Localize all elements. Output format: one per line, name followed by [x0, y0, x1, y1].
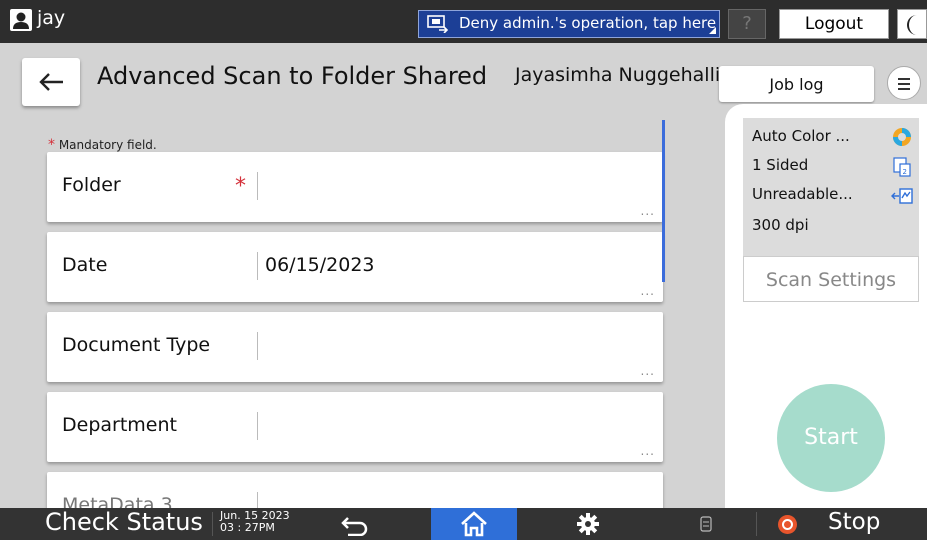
color-mode-value: Auto Color ... — [752, 127, 850, 145]
gear-icon[interactable] — [576, 512, 600, 536]
bottom-bar: Check Status Jun. 15 2023 03 : 27PM Stop — [0, 508, 927, 540]
scrollbar[interactable] — [662, 120, 665, 282]
field-label: Department — [62, 414, 177, 436]
more-dots-icon: ... — [640, 284, 655, 298]
scan-settings-button[interactable]: Scan Settings — [743, 256, 919, 302]
top-bar: jay Deny admin.'s operation, tap here ? … — [0, 0, 927, 43]
night-mode-button[interactable] — [897, 9, 927, 39]
field-divider — [257, 172, 258, 200]
one-sided-icon: 2 — [893, 157, 911, 177]
back-button[interactable] — [22, 58, 80, 106]
mandatory-note: * Mandatory field. — [48, 137, 157, 153]
remote-operation-icon — [427, 15, 449, 33]
home-button[interactable] — [431, 508, 517, 540]
login-user-name[interactable]: jay — [37, 7, 65, 29]
department-field[interactable]: Department ... — [47, 392, 663, 462]
field-divider — [257, 252, 258, 280]
field-value: 06/15/2023 — [265, 254, 375, 276]
time-text: 03 : 27PM — [220, 521, 275, 534]
admin-notification-button[interactable]: Deny admin.'s operation, tap here — [418, 10, 720, 38]
divider — [212, 512, 213, 536]
date-field[interactable]: Date 06/15/2023 ... — [47, 232, 663, 302]
field-label: Document Type — [62, 334, 211, 356]
user-icon[interactable] — [10, 9, 32, 31]
field-divider — [257, 332, 258, 360]
field-divider — [257, 412, 258, 440]
corner-triangle-icon — [709, 27, 716, 34]
field-label: Folder — [62, 174, 121, 196]
unreadable-file-icon — [891, 188, 913, 204]
more-dots-icon: ... — [640, 204, 655, 218]
resolution-value: 300 dpi — [752, 216, 809, 234]
stop-button[interactable]: Stop — [828, 509, 880, 535]
divider — [756, 512, 757, 536]
moon-icon — [907, 15, 917, 35]
stop-icon[interactable] — [778, 515, 797, 534]
check-status-button[interactable]: Check Status — [45, 508, 203, 536]
start-button[interactable]: Start — [777, 384, 885, 492]
scan-settings-summary[interactable]: Auto Color ... 1 Sided 2 Unreadable... 3… — [743, 118, 919, 256]
date-time: Jun. 15 2023 03 : 27PM — [220, 510, 290, 534]
data-indicator-icon — [700, 516, 712, 532]
auto-color-icon — [893, 128, 911, 146]
required-asterisk-icon: * — [235, 174, 246, 199]
sides-value: 1 Sided — [752, 156, 809, 174]
logout-button[interactable]: Logout — [779, 9, 889, 39]
home-icon — [461, 511, 487, 537]
menu-button[interactable] — [887, 66, 921, 100]
required-asterisk-icon: * — [48, 137, 55, 153]
help-button[interactable]: ? — [728, 9, 766, 39]
undo-icon[interactable] — [340, 514, 370, 536]
field-label: Date — [62, 254, 108, 276]
more-dots-icon: ... — [640, 364, 655, 378]
svg-text:2: 2 — [903, 168, 907, 176]
menu-icon — [898, 78, 910, 80]
unreadable-value: Unreadable... — [752, 185, 853, 203]
more-dots-icon: ... — [640, 444, 655, 458]
folder-field[interactable]: Folder * ... — [47, 152, 663, 222]
document-type-field[interactable]: Document Type ... — [47, 312, 663, 382]
notification-text: Deny admin.'s operation, tap here — [459, 14, 717, 32]
page-title: Advanced Scan to Folder Shared — [97, 62, 488, 90]
job-log-button[interactable]: Job log — [719, 66, 874, 102]
user-full-name: Jayasimha Nuggehalli — [515, 64, 721, 86]
arrow-left-icon — [39, 73, 63, 91]
